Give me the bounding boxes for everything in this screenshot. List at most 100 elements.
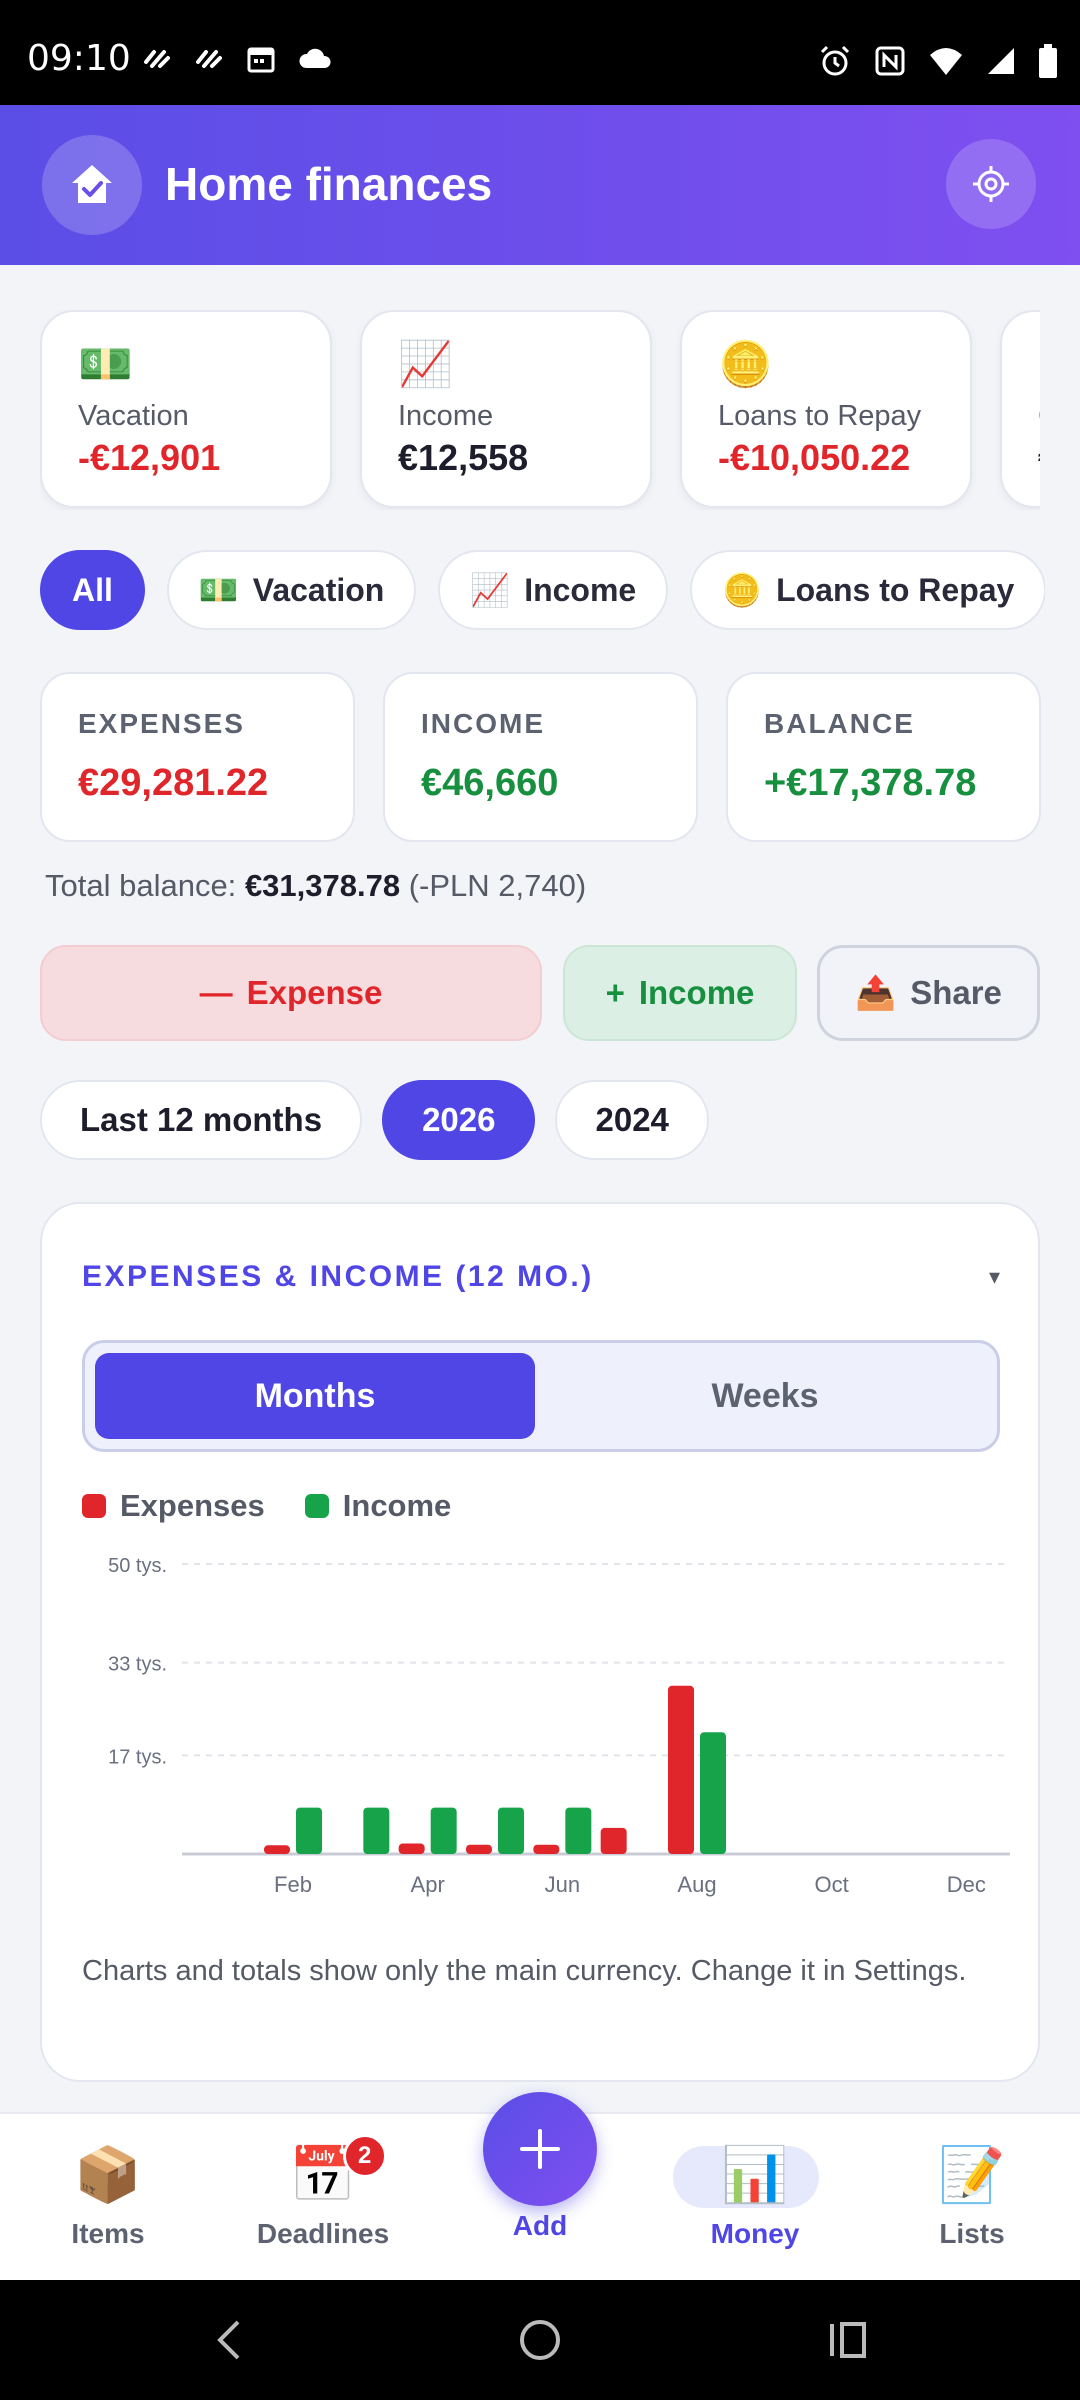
status-left-icons	[142, 44, 332, 74]
nav-lists[interactable]: 📝 Lists	[882, 2142, 1062, 2250]
x-tick-label: Aug	[677, 1872, 716, 1897]
filter-chip-income[interactable]: 📈 Income	[438, 550, 669, 630]
chip-label: All	[72, 571, 113, 608]
chevron-down-icon[interactable]: ▾	[989, 1264, 1000, 1290]
nfc-icon	[875, 46, 905, 76]
x-tick-label: Jun	[545, 1872, 580, 1897]
package-icon: 📦	[74, 2145, 142, 2205]
memo-icon: 📝	[938, 2145, 1006, 2205]
bar-expenses	[466, 1844, 492, 1854]
total-balance-value: €31,378.78	[244, 868, 401, 903]
nav-money[interactable]: 📊 Money	[665, 2142, 845, 2250]
status-bar: 09:10	[0, 0, 1080, 105]
chip-label: Vacation	[252, 571, 385, 608]
category-filter-chips: All 💵 Vacation 📈 Income 🪙 Loans to Repay	[40, 550, 1045, 632]
filter-chip-vacation[interactable]: 💵 Vacation	[166, 550, 417, 630]
period-2024[interactable]: 2024	[555, 1080, 709, 1160]
status-right-icons	[818, 44, 1058, 78]
back-icon[interactable]	[212, 2318, 248, 2362]
category-name: Vacation	[78, 400, 189, 432]
signal-app-icon	[144, 50, 170, 68]
system-navigation-bar	[0, 2280, 1080, 2400]
money-icon: 💵	[198, 572, 239, 608]
share-button[interactable]: 📤 Share	[817, 945, 1040, 1041]
balance-summary: BALANCE +€17,378.78	[726, 672, 1041, 842]
x-tick-label: Apr	[411, 1872, 445, 1897]
calendar-icon: 📅 2	[289, 2134, 387, 2208]
filter-chip-loans[interactable]: 🪙 Loans to Repay	[690, 550, 1045, 630]
bar-income	[565, 1807, 592, 1854]
legend-label: Income	[342, 1488, 452, 1523]
y-tick-label: 33 tys.	[108, 1654, 167, 1676]
category-value: €	[1038, 437, 1040, 479]
nav-label: Money	[710, 2218, 800, 2249]
add-label: Add	[512, 2210, 568, 2241]
add-fab-button[interactable]	[483, 2092, 597, 2206]
nav-label: Deadlines	[256, 2218, 390, 2249]
app-header: Home finances	[0, 105, 1080, 265]
balance-value: +€17,378.78	[764, 762, 977, 804]
calendar-icon	[247, 47, 275, 73]
chip-label: Income	[524, 571, 637, 608]
granularity-toggle: Months Weeks	[82, 1340, 1000, 1452]
coin-icon: 🪙	[722, 572, 763, 608]
legend-swatch-income	[304, 1494, 329, 1518]
category-value: -€12,901	[78, 437, 221, 478]
legend-income: Income	[304, 1488, 452, 1524]
bar-expenses	[600, 1827, 627, 1854]
money-icon: 💵	[78, 340, 133, 389]
settings-button[interactable]	[946, 139, 1036, 229]
cellular-icon	[988, 48, 1014, 74]
bar-income	[430, 1807, 457, 1854]
nav-deadlines[interactable]: 📅 2 Deadlines	[233, 2134, 413, 2250]
period-last-12-months[interactable]: Last 12 months	[40, 1080, 363, 1160]
status-time: 09:10	[27, 38, 131, 79]
expense-button-label: Expense	[246, 974, 383, 1011]
category-card-income[interactable]: 📈 Income €12,558	[360, 310, 652, 508]
chart-up-icon: 📈	[398, 340, 453, 389]
home-button[interactable]	[42, 135, 142, 235]
bar-chart: 17 tys. 33 tys. 50 tys. Feb Apr Jun Aug Oct Dec	[108, 1555, 1010, 1897]
chart-title[interactable]: EXPENSES & INCOME (12 MO.)	[82, 1260, 594, 1294]
nav-items[interactable]: 📦 Items	[18, 2142, 198, 2250]
months-tab[interactable]: Months	[95, 1353, 535, 1439]
category-card-vacation[interactable]: 💵 Vacation -€12,901	[40, 310, 332, 508]
category-card-loans[interactable]: 🪙 Loans to Repay -€10,050.22	[680, 310, 972, 508]
chart-card: EXPENSES & INCOME (12 MO.) ▾ Months Week…	[40, 1202, 1040, 2082]
category-name: Loans to Repay	[718, 400, 922, 432]
bar-expenses	[398, 1843, 425, 1854]
income-value: €46,660	[421, 762, 559, 804]
chip-label: Loans to Repay	[776, 571, 1015, 608]
total-balance: Total balance: €31,378.78 (-PLN 2,740)	[45, 868, 586, 904]
add-expense-button[interactable]: — Expense	[40, 945, 542, 1041]
expenses-value: €29,281.22	[78, 762, 269, 804]
coin-icon: 🪙	[718, 340, 773, 389]
period-2026[interactable]: 2026	[382, 1080, 536, 1160]
y-tick-label: 17 tys.	[108, 1746, 167, 1768]
filter-chip-all[interactable]: All	[40, 550, 145, 630]
action-buttons: — Expense + Income 📤 Share	[40, 945, 1040, 1041]
total-balance-label: Total balance:	[45, 868, 237, 903]
legend-expenses: Expenses	[82, 1488, 265, 1524]
income-button-label: Income	[638, 974, 755, 1011]
expenses-label: EXPENSES	[78, 708, 245, 739]
add-income-button[interactable]: + Income	[563, 945, 797, 1041]
outbox-icon: 📤	[855, 973, 897, 1011]
home-icon[interactable]	[518, 2318, 562, 2362]
minus-icon: —	[199, 974, 233, 1011]
signal-app-icon	[196, 50, 222, 68]
bar-expenses	[668, 1685, 694, 1854]
bar-chart-icon: 📊	[673, 2142, 820, 2208]
category-value: €12,558	[398, 437, 529, 478]
home-check-icon	[72, 165, 112, 203]
wifi-icon	[930, 48, 962, 75]
category-card-partial[interactable]: 💵 C €	[1000, 310, 1040, 508]
bar-income	[700, 1732, 726, 1854]
alarm-icon	[820, 45, 850, 76]
weeks-tab[interactable]: Weeks	[545, 1353, 985, 1439]
recents-icon[interactable]	[826, 2318, 870, 2362]
x-tick-label: Feb	[274, 1872, 312, 1897]
legend-swatch-expenses	[82, 1494, 106, 1518]
nav-label: Items	[71, 2218, 145, 2249]
deadlines-badge: 2	[342, 2134, 387, 2178]
